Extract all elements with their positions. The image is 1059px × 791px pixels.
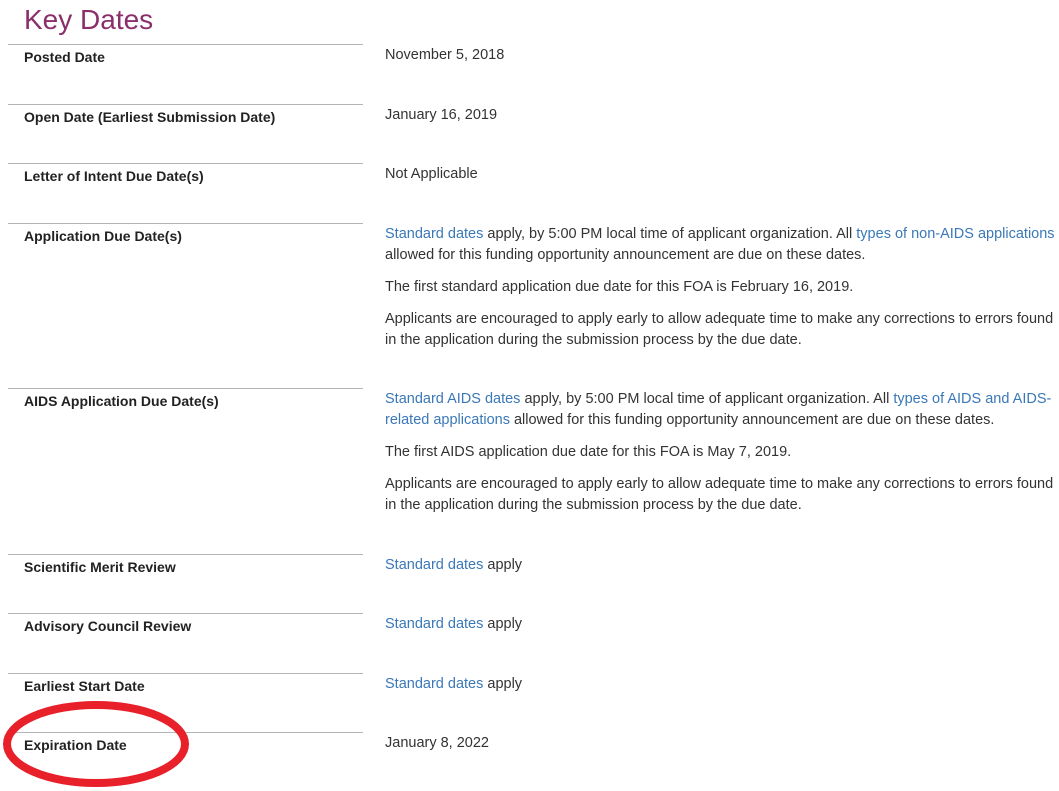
section-title: Key Dates	[24, 4, 154, 35]
paragraph-text: apply, by 5:00 PM local time of applican…	[520, 391, 894, 407]
paragraph: The first standard application due date …	[385, 279, 854, 295]
row-value: Standard dates apply	[385, 674, 1057, 695]
row-label: Application Due Date(s)	[24, 228, 182, 244]
row-label: Open Date (Earliest Submission Date)	[24, 109, 276, 125]
paragraph: Applicants are encouraged to apply early…	[385, 476, 1054, 513]
row-divider	[8, 554, 363, 555]
row-divider	[8, 732, 363, 733]
row-divider	[8, 388, 363, 389]
row-value: Standard AIDS dates apply, by 5:00 PM lo…	[385, 389, 1057, 527]
row-label: Earliest Start Date	[24, 678, 145, 694]
standard-dates-link[interactable]: Standard dates	[385, 226, 483, 242]
row-label: AIDS Application Due Date(s)	[24, 393, 219, 409]
row-value: January 16, 2019	[385, 107, 498, 123]
non-aids-application-types-link[interactable]: types of non-AIDS applications	[856, 226, 1054, 242]
row-label: Letter of Intent Due Date(s)	[24, 168, 204, 184]
paragraph-text: apply, by 5:00 PM local time of applican…	[483, 226, 857, 242]
row-label: Scientific Merit Review	[24, 559, 176, 575]
row-value: Standard dates apply	[385, 555, 1057, 576]
row-divider	[8, 104, 363, 105]
paragraph: The first AIDS application due date for …	[385, 444, 792, 460]
standard-dates-link[interactable]: Standard dates	[385, 557, 483, 573]
value-text: apply	[483, 557, 523, 573]
paragraph: Standard dates apply, by 5:00 PM local t…	[385, 224, 1057, 266]
paragraph: Applicants are encouraged to apply early…	[385, 311, 1054, 348]
row-label: Advisory Council Review	[24, 618, 192, 634]
row-divider	[8, 44, 363, 45]
row-divider	[8, 223, 363, 224]
value-text: apply	[483, 616, 523, 632]
row-divider	[8, 613, 363, 614]
standard-dates-link[interactable]: Standard dates	[385, 676, 483, 692]
standard-aids-dates-link[interactable]: Standard AIDS dates	[385, 391, 520, 407]
row-value: January 8, 2022	[385, 735, 489, 751]
paragraph-text: allowed for this funding opportunity ann…	[509, 412, 995, 428]
row-divider	[8, 673, 363, 674]
row-value: November 5, 2018	[385, 47, 505, 63]
row-value: Standard dates apply	[385, 614, 1057, 635]
row-value: Standard dates apply, by 5:00 PM local t…	[385, 224, 1057, 362]
paragraph-text: allowed for this funding opportunity ann…	[385, 247, 866, 263]
row-divider	[8, 163, 363, 164]
row-label: Posted Date	[24, 49, 105, 65]
paragraph: Standard AIDS dates apply, by 5:00 PM lo…	[385, 389, 1057, 431]
value-text: apply	[483, 676, 523, 692]
row-label: Expiration Date	[24, 737, 127, 753]
standard-dates-link[interactable]: Standard dates	[385, 616, 483, 632]
row-value: Not Applicable	[385, 166, 478, 182]
